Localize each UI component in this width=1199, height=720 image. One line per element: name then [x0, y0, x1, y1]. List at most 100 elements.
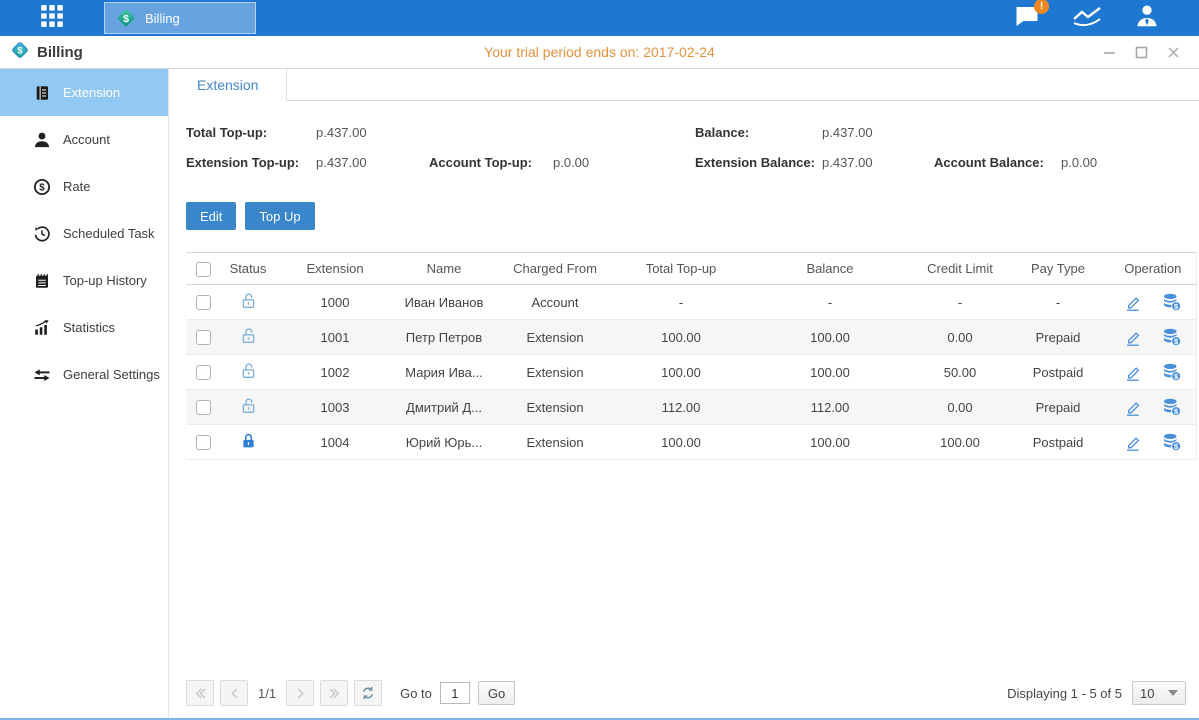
sidebar-item-label: Account — [63, 132, 110, 147]
lock-open-icon — [239, 369, 258, 384]
window-title: Billing — [37, 44, 83, 61]
col-balance: Balance — [746, 253, 914, 285]
messages-button[interactable]: ! — [1011, 5, 1043, 31]
prev-page-button[interactable] — [220, 680, 248, 706]
svg-text:$: $ — [123, 13, 129, 25]
row-checkbox[interactable] — [196, 295, 211, 310]
extension-balance-value: p.437.00 — [822, 155, 934, 170]
lock-open-icon — [239, 299, 258, 314]
top-up-row-icon[interactable]: $ — [1161, 291, 1183, 313]
row-pay-type: Postpaid — [1006, 425, 1110, 460]
row-charged-from: Extension — [494, 355, 616, 390]
col-extension: Extension — [276, 253, 394, 285]
edit-row-icon[interactable] — [1123, 396, 1145, 418]
sidebar-item-label: General Settings — [63, 367, 160, 382]
apps-grid-button[interactable] — [0, 0, 104, 36]
row-pay-type: - — [1006, 285, 1110, 320]
row-checkbox[interactable] — [196, 365, 211, 380]
row-pay-type: Postpaid — [1006, 355, 1110, 390]
account-balance-label: Account Balance: — [934, 155, 1061, 170]
sidebar-item-extension[interactable]: Extension — [0, 69, 168, 116]
row-name: Иван Иванов — [394, 285, 494, 320]
table-row: 1000 Иван Иванов Account - - - - — [186, 285, 1196, 320]
extension-table: Status Extension Name Charged From Total… — [186, 252, 1197, 460]
maximize-button[interactable] — [1133, 45, 1149, 59]
goto-label: Go to — [400, 686, 432, 701]
go-button[interactable]: Go — [478, 681, 515, 705]
top-up-row-icon[interactable]: $ — [1161, 431, 1183, 453]
main-content: Extension Total Top-up: p.437.00 Extensi… — [168, 69, 1199, 718]
row-credit-limit: 100.00 — [914, 425, 1006, 460]
edit-row-icon[interactable] — [1123, 326, 1145, 348]
line-chart-icon — [1072, 4, 1102, 33]
total-topup-label: Total Top-up: — [186, 125, 316, 140]
app-window: $ Billing ! — [0, 0, 1199, 720]
app-tab-billing[interactable]: $ Billing — [104, 2, 256, 34]
reports-button[interactable] — [1071, 5, 1103, 31]
edit-row-icon[interactable] — [1123, 291, 1145, 313]
sidebar-item-topup-history[interactable]: Top-up History — [0, 257, 168, 304]
row-checkbox[interactable] — [196, 330, 211, 345]
sidebar-item-account[interactable]: Account — [0, 116, 168, 163]
billing-title-icon: $ — [10, 40, 30, 65]
displaying-text: Displaying 1 - 5 of 5 — [1007, 686, 1122, 701]
apps-grid-icon — [39, 3, 65, 34]
row-balance: 100.00 — [746, 320, 914, 355]
topbar-actions: ! — [1011, 0, 1199, 36]
top-up-row-icon[interactable]: $ — [1161, 396, 1183, 418]
top-up-row-icon[interactable]: $ — [1161, 326, 1183, 348]
row-checkbox[interactable] — [196, 435, 211, 450]
refresh-button[interactable] — [354, 680, 382, 706]
next-page-button[interactable] — [286, 680, 314, 706]
balance-label: Balance: — [695, 125, 822, 140]
select-all-checkbox[interactable] — [196, 262, 211, 277]
edit-row-icon[interactable] — [1123, 361, 1145, 383]
row-charged-from: Extension — [494, 425, 616, 460]
lock-closed-icon — [239, 439, 258, 454]
sidebar-item-scheduled-task[interactable]: Scheduled Task — [0, 210, 168, 257]
extension-balance-label: Extension Balance: — [695, 155, 822, 170]
sidebar-item-statistics[interactable]: Statistics — [0, 304, 168, 351]
top-up-row-icon[interactable]: $ — [1161, 361, 1183, 383]
row-balance: 100.00 — [746, 355, 914, 390]
close-button[interactable] — [1165, 45, 1181, 59]
clock-history-icon — [32, 224, 51, 243]
lock-open-icon — [239, 404, 258, 419]
col-charged-from: Charged From — [494, 253, 616, 285]
person-icon — [32, 130, 51, 149]
table-row: 1001 Петр Петров Extension 100.00 100.00… — [186, 320, 1196, 355]
transfer-arrows-icon — [32, 365, 51, 384]
row-name: Дмитрий Д... — [394, 390, 494, 425]
row-name: Мария Ива... — [394, 355, 494, 390]
row-total-topup: 100.00 — [616, 355, 746, 390]
dollar-circle-icon: $ — [32, 177, 51, 196]
titlebar: $ Billing Your trial period ends on: 201… — [0, 36, 1199, 69]
sidebar-item-label: Extension — [63, 85, 120, 100]
row-checkbox[interactable] — [196, 400, 211, 415]
top-up-button[interactable]: Top Up — [245, 202, 314, 230]
row-charged-from: Extension — [494, 320, 616, 355]
minimize-button[interactable] — [1101, 45, 1117, 59]
last-page-button[interactable] — [320, 680, 348, 706]
row-name: Петр Петров — [394, 320, 494, 355]
sidebar-item-general-settings[interactable]: General Settings — [0, 351, 168, 398]
tab-extension[interactable]: Extension — [169, 69, 287, 101]
bar-chart-icon — [32, 318, 51, 337]
svg-text:$: $ — [39, 182, 45, 193]
first-page-button[interactable] — [186, 680, 214, 706]
balance-value: p.437.00 — [822, 125, 934, 140]
extension-topup-label: Extension Top-up: — [186, 155, 316, 170]
edit-row-icon[interactable] — [1123, 431, 1145, 453]
edit-button[interactable]: Edit — [186, 202, 236, 230]
tab-strip: Extension — [169, 69, 1199, 101]
pagination-bar: 1/1 Go to Go — [169, 680, 1199, 718]
chevron-down-icon — [1168, 690, 1178, 696]
sidebar: Extension Account $ Rate — [0, 69, 168, 718]
user-account-button[interactable] — [1131, 5, 1163, 31]
page-size-value: 10 — [1140, 686, 1154, 701]
page-size-dropdown[interactable]: 10 — [1132, 681, 1186, 705]
goto-page-input[interactable] — [440, 682, 470, 704]
sidebar-item-rate[interactable]: $ Rate — [0, 163, 168, 210]
row-total-topup: 112.00 — [616, 390, 746, 425]
row-total-topup: 100.00 — [616, 320, 746, 355]
